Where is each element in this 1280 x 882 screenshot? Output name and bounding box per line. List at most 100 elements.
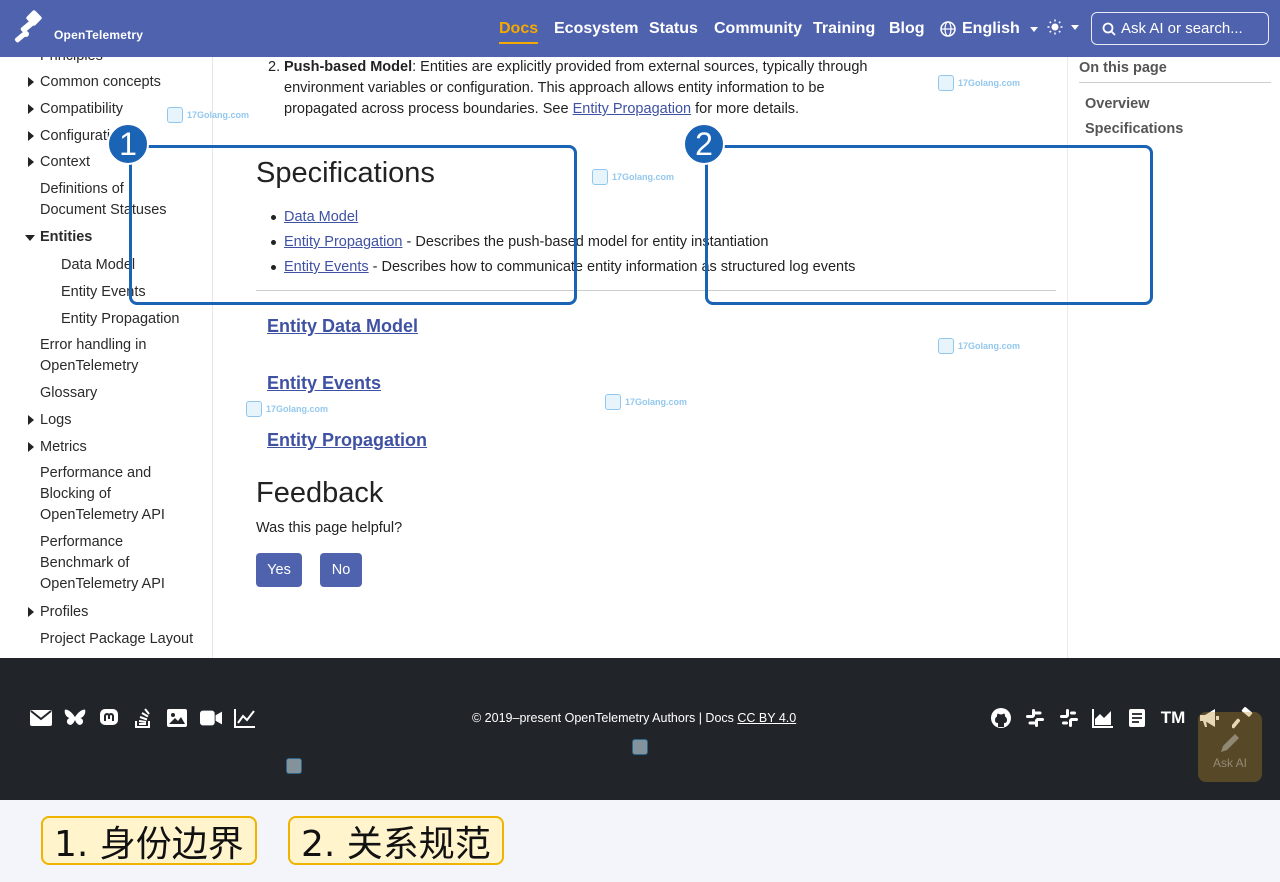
sidebar-item-data-model[interactable]: Data Model	[61, 255, 135, 276]
expand-arrow-icon[interactable]	[28, 77, 34, 87]
toc-divider	[1079, 82, 1271, 83]
sidebar-item-project-package-layout[interactable]: Project Package Layout	[40, 629, 193, 650]
brand-logo[interactable]: OpenTelemetry	[12, 9, 143, 49]
intro-text-4: for more details.	[691, 101, 800, 117]
globe-icon	[940, 21, 956, 37]
mastodon-icon[interactable]	[98, 707, 120, 729]
feedback-no-button[interactable]: No	[320, 553, 362, 587]
trademark-icon[interactable]: TM	[1160, 707, 1186, 729]
expand-arrow-icon[interactable]	[28, 104, 34, 114]
sidebar-item-glossary[interactable]: Glossary	[40, 383, 97, 404]
sidebar-item-performance-benchmark-3[interactable]: OpenTelemetry API	[40, 574, 165, 595]
sidebar-item-performance-blocking[interactable]: Performance and	[40, 463, 151, 484]
nav-training[interactable]: Training	[813, 19, 875, 39]
entity-propagation-link[interactable]: Entity Propagation	[573, 101, 692, 117]
intro-paragraph: 2. Push-based Model: Entities are explic…	[268, 57, 894, 120]
image-icon[interactable]	[166, 707, 188, 729]
license-link[interactable]: CC BY 4.0	[737, 711, 796, 725]
bluesky-icon[interactable]	[64, 707, 86, 729]
ask-ai-label: Ask AI	[1212, 756, 1247, 770]
feedback-yes-button[interactable]: Yes	[256, 553, 302, 587]
expand-arrow-icon[interactable]	[28, 157, 34, 167]
watermark-text: 17Golang.com	[958, 78, 1021, 88]
sidebar-item-performance-benchmark[interactable]: Performance	[40, 532, 123, 553]
sidebar-item-entities[interactable]: Entities	[40, 227, 92, 248]
sidebar-item-context[interactable]: Context	[40, 152, 90, 173]
toc-item-specifications[interactable]: Specifications	[1085, 121, 1183, 137]
language-label: English	[962, 20, 1020, 37]
expand-arrow-icon[interactable]	[28, 131, 34, 141]
sidebar-item-common-concepts[interactable]: Common concepts	[40, 72, 161, 93]
watermark: 17Golang.com	[592, 169, 674, 185]
ask-ai-button[interactable]: Ask AI	[1198, 712, 1262, 782]
search-placeholder: Ask AI or search...	[1121, 20, 1243, 37]
mail-icon[interactable]	[30, 707, 52, 729]
entity-propagation-heading-link[interactable]: Entity Propagation	[267, 430, 427, 451]
watermark: 17Golang.com	[938, 75, 1020, 91]
watermark-text: 17Golang.com	[612, 172, 675, 182]
graph-icon[interactable]	[1092, 707, 1114, 729]
pencil-icon	[1221, 734, 1239, 752]
sidebar-item-performance-blocking-2[interactable]: Blocking of	[40, 484, 111, 505]
sidebar-item-performance-blocking-3[interactable]: OpenTelemetry API	[40, 505, 165, 526]
entity-data-model-heading-link[interactable]: Entity Data Model	[267, 316, 418, 337]
watermark: 17Golang.com	[246, 401, 328, 417]
sidebar-item-principles[interactable]: Principles	[40, 57, 103, 67]
nav-status[interactable]: Status	[649, 19, 698, 39]
caption-band: 1. 身份边界 2. 关系规范	[0, 800, 1280, 882]
sidebar-item-logs[interactable]: Logs	[40, 410, 71, 431]
watermark-icon	[938, 338, 954, 354]
callout-badge-2: 2	[683, 123, 725, 165]
github-icon[interactable]	[990, 707, 1012, 729]
watermark-text: 17Golang.com	[625, 397, 688, 407]
copyright-text: © 2019–present OpenTelemetry Authors | D…	[472, 711, 738, 725]
watermark-icon	[286, 758, 302, 774]
watermark-icon	[167, 107, 183, 123]
intro-text-1: : Entities are explicitly provided from …	[412, 59, 868, 75]
nav-community[interactable]: Community	[714, 19, 802, 39]
toc-item-overview[interactable]: Overview	[1085, 96, 1150, 112]
watermark-icon	[246, 401, 262, 417]
collapse-arrow-icon[interactable]	[25, 235, 35, 241]
sidebar-item-definitions[interactable]: Definitions of	[40, 179, 124, 200]
sidebar-item-error-handling-2[interactable]: OpenTelemetry	[40, 356, 138, 377]
entity-events-heading-link[interactable]: Entity Events	[267, 373, 381, 394]
stackoverflow-icon[interactable]	[132, 707, 154, 729]
sidebar-item-performance-benchmark-2[interactable]: Benchmark of	[40, 553, 129, 574]
theme-toggle[interactable]	[1047, 19, 1079, 35]
book-icon[interactable]	[1126, 707, 1148, 729]
list-number: 2.	[268, 59, 281, 75]
watermark-text: 17Golang.com	[958, 341, 1021, 351]
slack-icon[interactable]	[1058, 707, 1080, 729]
sun-icon	[1047, 19, 1063, 35]
nav-ecosystem[interactable]: Ecosystem	[554, 19, 639, 39]
intro-bold: Push-based Model	[284, 59, 413, 75]
chart-icon[interactable]	[234, 707, 256, 729]
search-box[interactable]: Ask AI or search...	[1091, 12, 1269, 45]
expand-arrow-icon[interactable]	[28, 415, 34, 425]
expand-arrow-icon[interactable]	[28, 607, 34, 617]
nav-blog[interactable]: Blog	[889, 19, 925, 39]
callout-badge-1: 1	[107, 123, 149, 165]
telescope-icon	[14, 10, 42, 43]
nav-docs[interactable]: Docs	[499, 19, 539, 44]
caption-1: 1. 身份边界	[41, 816, 257, 865]
watermark	[286, 758, 302, 774]
intro-text-2: environment variables or configuration. …	[284, 80, 825, 96]
callout-box-2	[705, 145, 1153, 305]
expand-arrow-icon[interactable]	[28, 442, 34, 452]
language-selector[interactable]: English	[940, 19, 1038, 39]
sidebar-item-profiles[interactable]: Profiles	[40, 602, 88, 623]
watermark-text: 17Golang.com	[187, 110, 250, 120]
sidebar-item-entity-propagation[interactable]: Entity Propagation	[61, 309, 180, 330]
watermark	[632, 739, 648, 755]
watermark-text: 17Golang.com	[266, 404, 329, 414]
sidebar-item-error-handling[interactable]: Error handling in	[40, 335, 146, 356]
site-footer: © 2019–present OpenTelemetry Authors | D…	[0, 658, 1280, 800]
watermark-icon	[632, 739, 648, 755]
slack-icon[interactable]	[1024, 707, 1046, 729]
video-icon[interactable]	[200, 707, 222, 729]
top-navbar: OpenTelemetry Docs Ecosystem Status Comm…	[0, 0, 1280, 57]
sidebar-item-metrics[interactable]: Metrics	[40, 437, 87, 458]
sidebar-item-compatibility[interactable]: Compatibility	[40, 99, 123, 120]
